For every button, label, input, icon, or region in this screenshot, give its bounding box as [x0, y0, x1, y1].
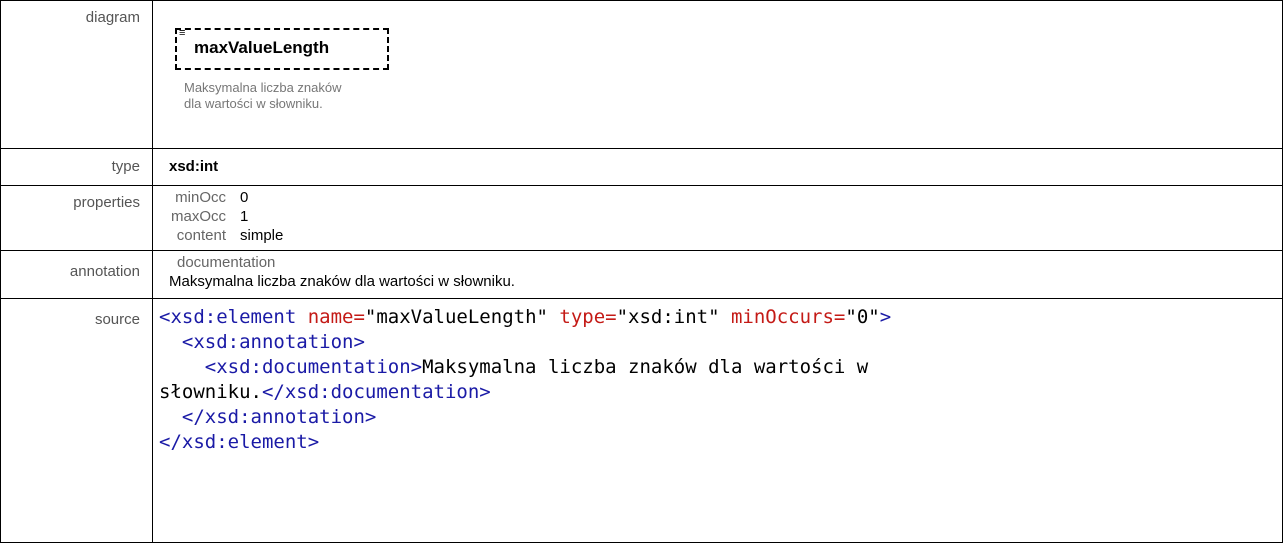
type-value: xsd:int [169, 158, 219, 175]
code-tag: > [879, 306, 892, 328]
diagram-documentation: Maksymalna liczba znaków dla wartości w … [184, 80, 342, 112]
source-code: <xsd:element name="maxValueLength" type=… [153, 299, 1282, 455]
row-annotation: annotation documentation Maksymalna licz… [0, 250, 1283, 299]
properties-table: minOcc 0 maxOcc 1 content simple [171, 188, 283, 245]
code-tag: <xsd:annotation> [181, 331, 365, 353]
row-type: type xsd:int [0, 148, 1283, 186]
row-label-type: type [0, 148, 153, 186]
row-source: source <xsd:element name="maxValueLength… [0, 298, 1283, 543]
code-attr: name= [296, 306, 365, 328]
diagram-doc-line: dla wartości w słowniku. [184, 96, 323, 111]
prop-row: maxOcc 1 [171, 207, 283, 226]
row-label-annotation: annotation [0, 250, 153, 299]
row-label-properties: properties [0, 185, 153, 251]
prop-value: 1 [240, 208, 249, 225]
diagram-cell [152, 0, 1283, 149]
diagram-doc-line: Maksymalna liczba znaków [184, 80, 342, 95]
prop-key: minOcc [175, 189, 227, 206]
annotation-heading: documentation [177, 254, 276, 271]
lines-icon: ≡ [179, 27, 186, 39]
code-tag: </xsd:annotation> [181, 406, 377, 428]
row-label-diagram: diagram [0, 0, 153, 149]
element-diagram-box: ≡ maxValueLength [175, 28, 389, 70]
code-text: Maksymalna liczba znaków dla wartości w [422, 356, 869, 378]
prop-key: content [176, 227, 227, 244]
code-value: "0" [845, 306, 880, 328]
diagram-element-name: maxValueLength [194, 38, 330, 57]
code-tag: </xsd:element> [159, 431, 320, 453]
code-attr: minOccurs= [719, 306, 846, 328]
prop-value: 0 [240, 189, 249, 206]
row-diagram: diagram [0, 0, 1283, 149]
annotation-text: Maksymalna liczba znaków dla wartości w … [169, 273, 515, 290]
code-value: "maxValueLength" [364, 306, 548, 328]
prop-key: maxOcc [171, 208, 227, 225]
row-label-source: source [0, 298, 153, 543]
code-tag: <xsd:documentation> [204, 356, 423, 378]
prop-value: simple [240, 227, 284, 244]
code-value: "xsd:int" [616, 306, 720, 328]
code-text: słowniku. [159, 381, 262, 403]
code-tag: </xsd:documentation> [261, 381, 491, 403]
row-properties: properties minOcc 0 maxOcc 1 content sim… [0, 185, 1283, 251]
code-attr: type= [547, 306, 617, 328]
prop-row: content simple [171, 226, 284, 245]
prop-row: minOcc 0 [171, 188, 283, 207]
code-tag: <xsd:element [159, 306, 297, 328]
